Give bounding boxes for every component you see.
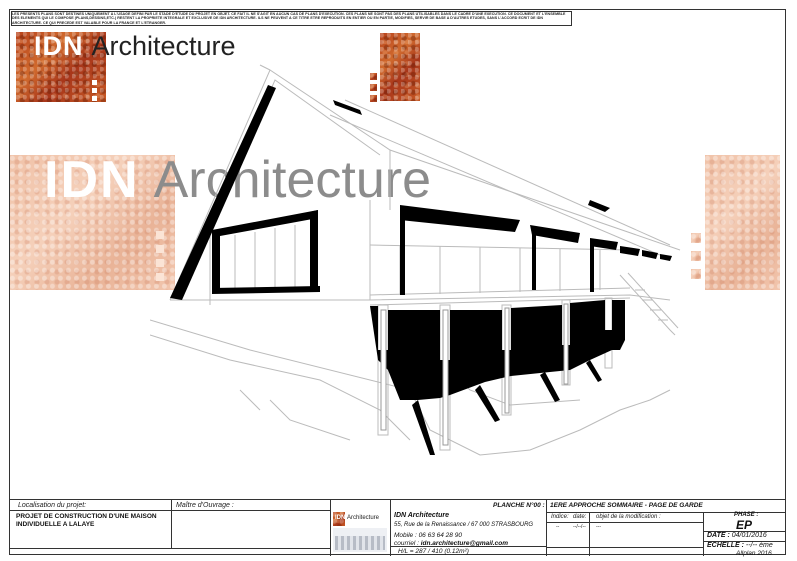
date-label: DATE : xyxy=(707,532,730,539)
date-col-value: --/--/-- xyxy=(573,524,586,530)
project-line-1: PROJET DE CONSTRUCTION D'UNE MAISON xyxy=(16,513,157,520)
project-line-2: INDIVIDUELLE A LALAYE xyxy=(16,521,95,528)
logo-square xyxy=(369,83,378,92)
logo-idn: IDN xyxy=(34,31,84,61)
title-block: Localisation du projet: PROJET DE CONSTR… xyxy=(10,499,786,556)
date-value: 04/01/2016 xyxy=(731,532,767,539)
mini-logo-idn: IDN xyxy=(335,515,346,521)
house-perspective-drawing xyxy=(150,64,681,456)
localisation-label: Localisation du projet: xyxy=(18,502,87,509)
objet-value: --- xyxy=(596,524,601,530)
logo-architecture: Architecture xyxy=(91,31,236,61)
mini-logo: IDN Architecture xyxy=(333,512,387,552)
echelle-line: ECHELLE : --/-- ème xyxy=(707,542,773,549)
disclaimer-text: LES PRESENTS PLANS SONT DESTINES UNIQUEM… xyxy=(12,12,566,25)
logo-square xyxy=(369,94,378,103)
planche-title: 1ERE APPROCHE SOMMAIRE - PAGE DE GARDE xyxy=(550,502,703,509)
hl-ratio: H/L = 287 / 410 (0.12m²) xyxy=(398,548,469,555)
planche-label: PLANCHE N°00 : xyxy=(493,502,545,509)
mini-logo-arch: Architecture xyxy=(347,515,380,521)
firm-address: 55, Rue de la Renaissance / 67 000 STRAS… xyxy=(394,522,534,528)
echelle-value: --/-- ème xyxy=(745,542,773,549)
objet-label: objet de la modification : xyxy=(596,514,661,520)
indice-label: Indice: xyxy=(551,514,569,520)
firm-email-line: courriel : idn.architecture@gmail.com xyxy=(394,540,508,547)
firm-email-label: courriel : xyxy=(394,540,419,547)
logo-texture-right xyxy=(380,33,420,101)
echelle-label: ECHELLE : xyxy=(707,542,744,549)
watermark-texture-right xyxy=(705,155,780,290)
logo-title: IDN Architecture xyxy=(34,31,236,61)
date-line: DATE : 04/01/2016 xyxy=(707,532,767,539)
firm-name: IDN Architecture xyxy=(394,512,449,519)
city-skyline-image xyxy=(335,536,385,550)
watermark-idn: IDN xyxy=(44,151,140,209)
indice-value: -- xyxy=(556,524,560,530)
firm-mobile: Mobile : 06 63 64 28 90 xyxy=(394,532,462,539)
firm-email: idn.architecture@gmail.com xyxy=(420,540,508,547)
phase-value: EP xyxy=(736,518,753,532)
logo-square xyxy=(369,72,378,81)
maitre-ouvrage-label: Maître d'Ouvrage : xyxy=(176,502,234,509)
software-label: Allplan 2016 xyxy=(736,550,772,557)
date-col-label: date: xyxy=(573,514,587,520)
